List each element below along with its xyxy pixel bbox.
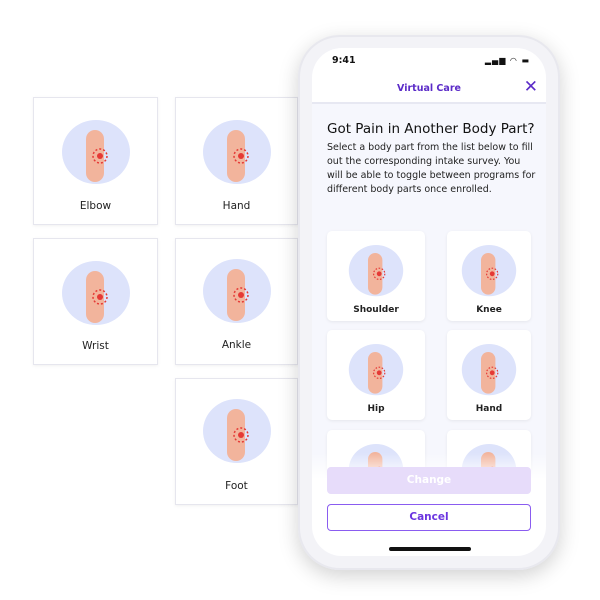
side-card-label: Hand (222, 200, 251, 212)
home-indicator (389, 547, 471, 551)
cancel-button[interactable]: Cancel (327, 504, 531, 531)
battery-icon: ▬ (521, 56, 530, 65)
wrist-illustration-icon (60, 260, 131, 326)
knee-illustration-icon (461, 244, 517, 297)
wifi-icon: ◠ (509, 56, 518, 65)
body-part-knee[interactable]: Knee (447, 231, 531, 321)
body-part-shoulder[interactable]: Shoulder (327, 231, 425, 321)
shoulder-illustration-icon (348, 244, 404, 297)
ankle-illustration-icon (201, 258, 272, 324)
side-card-foot[interactable]: Foot (175, 378, 298, 505)
side-card-hand[interactable]: Hand (175, 97, 298, 225)
side-card-label: Ankle (221, 339, 252, 351)
side-card-wrist[interactable]: Wrist (33, 238, 158, 365)
body-part-hip[interactable]: Hip (327, 330, 425, 420)
header-title: Virtual Care (397, 83, 461, 94)
signal-icon: ▂▄▆ (484, 56, 507, 65)
elbow-illustration-icon (60, 119, 131, 185)
body-part-label: Knee (476, 305, 502, 315)
hand-illustration-icon (461, 343, 517, 396)
header-bar: 9:41 ▂▄▆ ◠ ▬ Virtual Care ✕ (312, 48, 546, 104)
side-card-elbow[interactable]: Elbow (33, 97, 158, 225)
close-icon[interactable]: ✕ (524, 79, 538, 96)
body-part-label: Hip (367, 404, 385, 414)
foot-illustration-icon (201, 398, 272, 464)
phone-screen: 9:41 ▂▄▆ ◠ ▬ Virtual Care ✕ Got Pain in … (312, 48, 546, 556)
body-part-label: Hand (475, 404, 503, 414)
side-card-label: Wrist (82, 340, 109, 352)
side-card-label: Foot (225, 480, 248, 492)
change-button[interactable]: Change (327, 467, 531, 494)
hand-illustration-icon (201, 119, 272, 185)
body-part-hand[interactable]: Hand (447, 330, 531, 420)
side-card-label: Elbow (79, 200, 112, 212)
body-part-label: Shoulder (353, 305, 399, 315)
status-icons: ▂▄▆ ◠ ▬ (485, 56, 530, 65)
page-title: Got Pain in Another Body Part? (327, 121, 535, 137)
status-time: 9:41 (332, 55, 356, 66)
side-card-ankle[interactable]: Ankle (175, 238, 298, 365)
page-description: Select a body part from the list below t… (327, 142, 536, 195)
hip-illustration-icon (348, 343, 404, 396)
